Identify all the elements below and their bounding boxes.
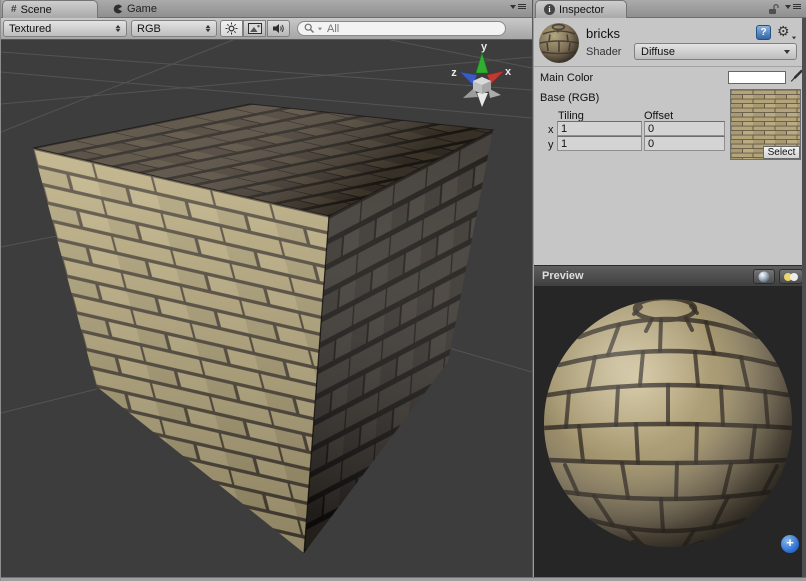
lock-icon (768, 3, 779, 15)
window-right-edge (802, 18, 806, 577)
add-preview-button[interactable]: + (781, 535, 799, 553)
preview-title: Preview (542, 270, 584, 282)
help-glyph: ? (760, 27, 766, 38)
help-button[interactable]: ? (756, 25, 771, 40)
skybox-toggle-button[interactable] (243, 20, 266, 37)
search-icon (304, 23, 315, 34)
select-button-label: Select (768, 147, 796, 158)
stepper-icon (116, 25, 121, 32)
scene-tabbar: # Scene Game (1, 0, 532, 18)
scene-viewport[interactable]: y x z (1, 40, 532, 577)
lighting-toggle-button[interactable] (220, 20, 243, 37)
audio-toggle-button[interactable] (267, 20, 290, 37)
gizmo-x-label: x (505, 66, 512, 78)
preview-body[interactable]: + (534, 287, 806, 577)
draw-mode-dropdown[interactable]: Textured (3, 20, 127, 37)
material-name: bricks (586, 26, 620, 41)
tab-game-label: Game (127, 3, 157, 15)
main-color-swatch[interactable] (728, 71, 786, 84)
draw-mode-value: Textured (9, 23, 51, 35)
gizmo-y-label: y (481, 41, 488, 53)
gear-icon: ⚙ (777, 23, 790, 40)
shader-dropdown[interactable]: Diffuse (634, 43, 797, 60)
info-icon: i (544, 4, 555, 15)
chevron-down-icon (784, 50, 790, 54)
inspector-tabbar: i Inspector (534, 0, 806, 18)
sphere-icon (758, 271, 770, 283)
inspector-lock[interactable] (768, 3, 779, 15)
tab-scene[interactable]: # Scene (2, 0, 98, 18)
scene-canvas: y x z (1, 40, 532, 577)
tab-inspector-label: Inspector (559, 4, 604, 16)
settings-button[interactable]: ⚙ (777, 23, 797, 40)
inspector-panel-menu-icon[interactable] (785, 4, 801, 9)
select-texture-button[interactable]: Select (763, 146, 800, 159)
menu-lines-icon (518, 4, 526, 9)
speaker-icon (272, 23, 286, 34)
preview-sphere-button[interactable] (753, 269, 775, 284)
shader-label: Shader (586, 46, 621, 58)
game-icon (113, 4, 123, 14)
material-ball-thumbnail (537, 21, 581, 65)
menu-lines-icon (793, 4, 801, 9)
chevron-down-icon (785, 5, 791, 9)
image-icon (248, 23, 262, 34)
scene-panel-menu-icon[interactable] (510, 4, 526, 9)
axis-y-label: y (548, 139, 554, 151)
color-mode-value: RGB (137, 23, 161, 35)
scene-panel: # Scene Game Textured RGB (1, 0, 532, 577)
material-preview-sphere (534, 287, 806, 577)
unity-editor-window: # Scene Game Textured RGB (0, 0, 806, 581)
preview-header[interactable]: Preview (534, 265, 806, 287)
tiling-y-input[interactable] (557, 136, 642, 151)
search-input[interactable] (325, 22, 475, 36)
axis-x-label: x (548, 124, 554, 136)
search-filter-chevron-icon[interactable] (318, 27, 322, 30)
scene-search-field[interactable] (297, 21, 506, 36)
sun-icon (225, 22, 238, 35)
color-mode-dropdown[interactable]: RGB (131, 20, 217, 37)
main-color-label: Main Color (540, 72, 593, 84)
base-texture-label: Base (RGB) (540, 92, 599, 104)
grid-icon: # (11, 4, 17, 15)
tab-inspector[interactable]: i Inspector (535, 0, 627, 18)
shader-value: Diffuse (641, 46, 675, 58)
stepper-icon (206, 25, 211, 32)
preview-lighting-button[interactable] (779, 269, 803, 284)
tiling-x-input[interactable] (557, 121, 642, 136)
plus-icon: + (786, 535, 794, 550)
scene-toolbar: Textured RGB (1, 18, 532, 40)
two-lights-icon (783, 272, 799, 282)
inspector-panel: i Inspector (534, 0, 806, 577)
offset-x-input[interactable] (644, 121, 725, 136)
offset-y-input[interactable] (644, 136, 725, 151)
chevron-down-icon (791, 37, 795, 40)
tab-scene-label: Scene (21, 4, 52, 16)
gizmo-z-label: z (451, 67, 457, 79)
chevron-down-icon (510, 5, 516, 9)
base-texture-thumbnail[interactable]: Select (730, 89, 801, 160)
divider (534, 66, 806, 67)
tab-game[interactable]: Game (113, 0, 157, 18)
window-bottom-edge (1, 577, 806, 581)
